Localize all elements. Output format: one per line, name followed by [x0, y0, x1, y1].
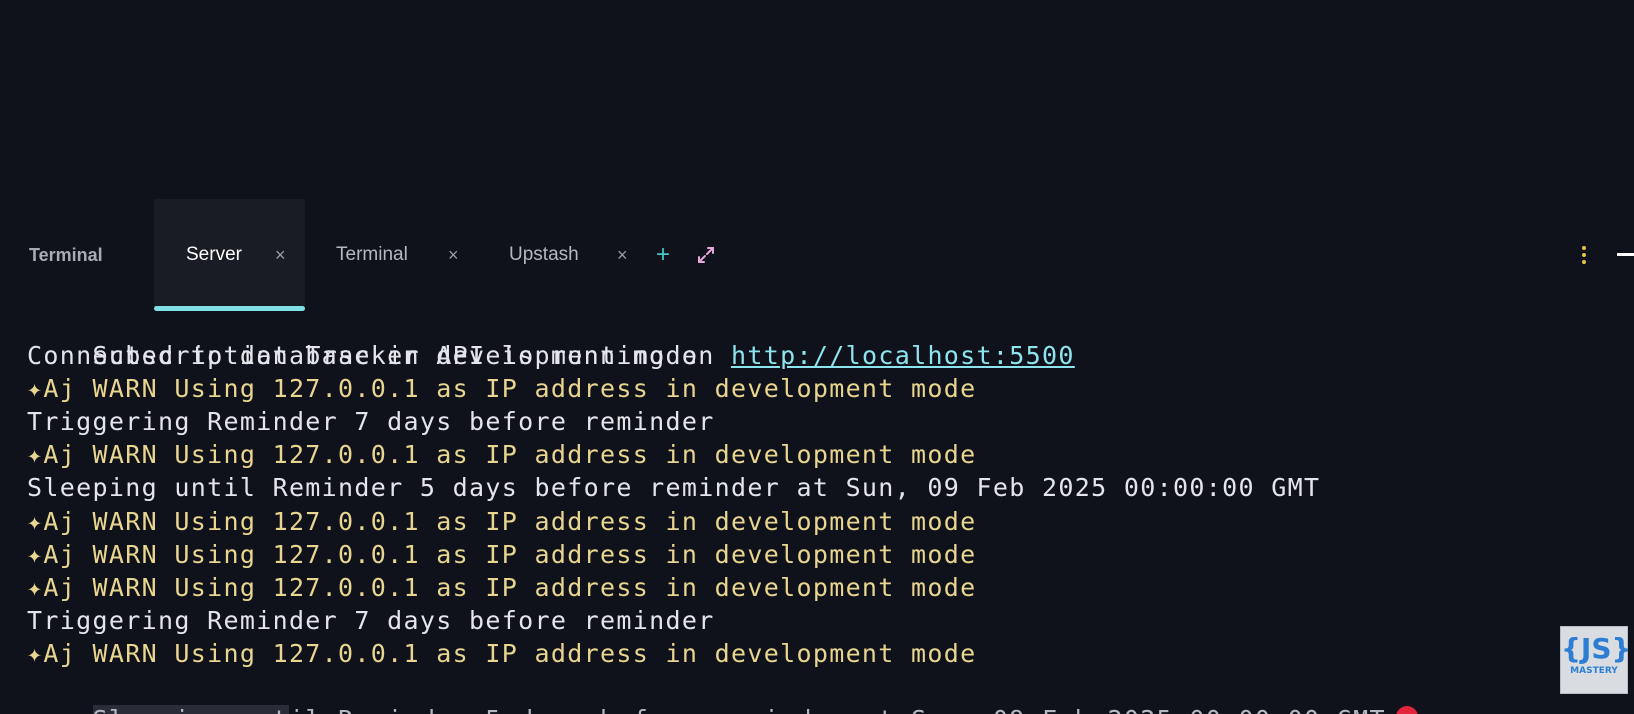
terminal-line: Triggering Reminder 7 days before remind… — [27, 605, 715, 635]
minimize-icon[interactable] — [1617, 253, 1634, 256]
terminal-line: Sleeping until Reminder 5 days before re… — [27, 473, 1321, 503]
warn-line: ✦Aj WARN Using 127.0.0.1 as IP address i… — [27, 572, 977, 602]
terminal-line: Sleeping until Reminder 5 days before re… — [27, 670, 1527, 714]
tab-server[interactable]: Server × — [154, 199, 305, 311]
record-indicator-icon — [1396, 706, 1418, 714]
close-icon[interactable]: × — [275, 245, 286, 266]
tab-label: Terminal — [336, 244, 408, 265]
logo-mark: {JS} — [1561, 632, 1632, 665]
more-vertical-icon[interactable] — [1576, 244, 1592, 266]
logo-text: MASTERY — [1570, 666, 1618, 676]
close-icon[interactable]: × — [617, 245, 628, 266]
close-icon[interactable]: × — [448, 245, 459, 266]
selected-text: Sleeping unt — [92, 705, 289, 714]
terminal-line: Triggering Reminder 7 days before remind… — [27, 407, 715, 437]
plus-icon[interactable]: + — [656, 237, 670, 273]
terminal-tabbar: Terminal Server × Terminal × Upstash × + — [0, 199, 1634, 311]
localhost-link[interactable]: http://localhost:5500 — [731, 341, 1075, 370]
panel-title: Terminal — [29, 245, 103, 265]
tab-upstash[interactable]: Upstash × — [509, 199, 639, 311]
tab-label: Server — [186, 244, 242, 265]
warn-line: ✦Aj WARN Using 127.0.0.1 as IP address i… — [27, 506, 977, 536]
warn-line: ✦Aj WARN Using 127.0.0.1 as IP address i… — [27, 440, 977, 470]
expand-icon[interactable] — [696, 245, 716, 265]
warn-line: ✦Aj WARN Using 127.0.0.1 as IP address i… — [27, 539, 977, 569]
terminal-line: Subscription Tracker API is running on h… — [27, 306, 1527, 370]
warn-line: ✦Aj WARN Using 127.0.0.1 as IP address i… — [27, 638, 977, 668]
warn-line: ✦Aj WARN Using 127.0.0.1 as IP address i… — [27, 374, 977, 404]
line-text: il Reminder 5 days before reminder at Su… — [289, 705, 1386, 714]
tab-terminal[interactable]: Terminal × — [336, 199, 466, 311]
js-mastery-logo: {JS} MASTERY — [1560, 626, 1632, 694]
tab-label: Upstash — [509, 244, 579, 265]
terminal-output[interactable]: Subscription Tracker API is running on h… — [27, 306, 1527, 714]
